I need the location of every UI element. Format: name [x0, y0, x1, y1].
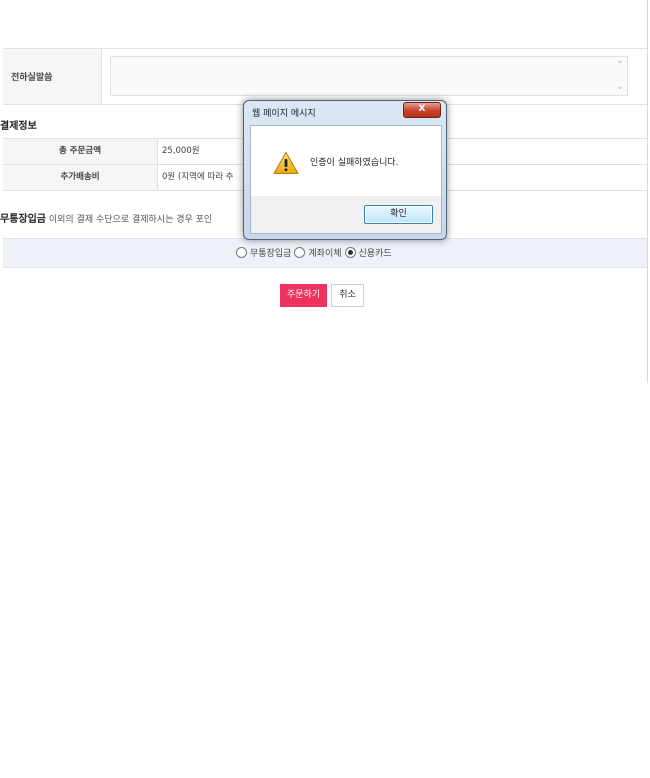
total-amount-label: 총 주문금액 — [3, 139, 158, 164]
payment-method-group: 무통장입금 계좌이체 신용카드 — [236, 246, 392, 259]
payment-method-bar: 무통장입금 계좌이체 신용카드 — [3, 238, 647, 268]
scroll-up-arrow-icon[interactable]: ⌃ — [616, 61, 624, 71]
extra-shipping-value: 0원 (지역에 따라 추 — [162, 172, 234, 182]
close-icon: X — [418, 104, 426, 114]
radio-bank-deposit[interactable] — [236, 247, 247, 258]
radio-credit-card[interactable] — [344, 247, 356, 258]
dialog-footer: 확인 — [250, 196, 442, 234]
dialog-title: 웹 페이지 메시지 — [252, 109, 316, 119]
ok-button[interactable]: 확인 — [364, 205, 433, 224]
message-row: 전하실말씀 ⌃ ⌄ — [3, 48, 647, 105]
message-textarea[interactable]: ⌃ ⌄ — [110, 56, 628, 96]
warning-icon — [273, 152, 299, 174]
dialog-body: 인증이 실패하였습니다. — [250, 125, 442, 197]
scroll-down-arrow-icon[interactable]: ⌄ — [616, 82, 624, 92]
message-label-cell: 전하실말씀 — [3, 49, 102, 104]
method-label-bank-deposit[interactable]: 무통장입금 — [250, 246, 291, 259]
dialog-message: 인증이 실패하였습니다. — [310, 158, 399, 168]
notice-bold: 무통장입금 — [0, 214, 46, 225]
notice-text: 이외의 결제 수단으로 결제하시는 경우 포인 — [46, 215, 213, 225]
payment-notice: 무통장입금 이외의 결제 수단으로 결제하시는 경우 포인 — [0, 210, 212, 225]
dialog-close-button[interactable]: X — [403, 102, 441, 118]
extra-shipping-label: 추가배송비 — [3, 165, 158, 190]
radio-account-transfer[interactable] — [294, 247, 306, 258]
method-label-credit-card[interactable]: 신용카드 — [359, 246, 392, 259]
message-dialog: 웹 페이지 메시지 X 인증이 실패하였습니다. 확인 — [243, 100, 447, 240]
order-button[interactable]: 주문하기 — [280, 284, 327, 307]
message-label: 전하실말씀 — [11, 73, 53, 83]
total-amount-value: 25,000원 — [162, 146, 200, 156]
method-label-account-transfer[interactable]: 계좌이체 — [308, 246, 341, 259]
cancel-button[interactable]: 취소 — [331, 284, 364, 307]
payment-info-title: 결제정보 — [0, 121, 37, 132]
